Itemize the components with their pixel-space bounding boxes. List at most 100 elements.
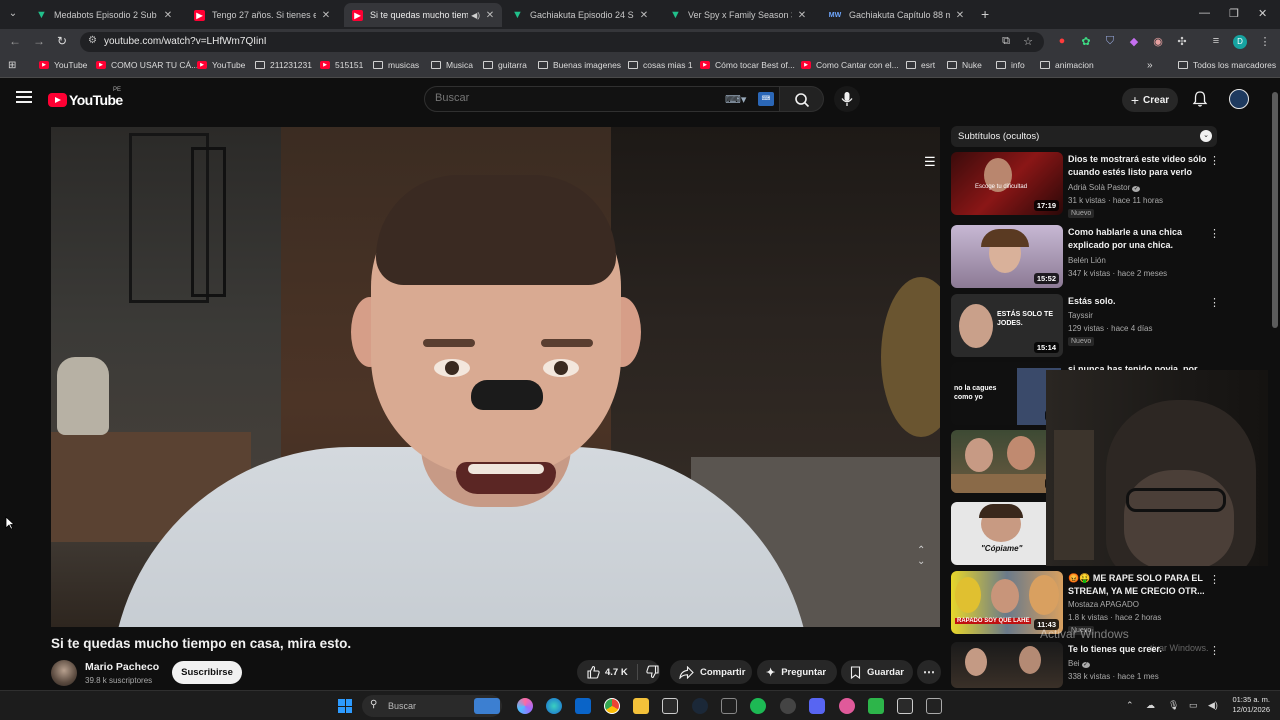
channel-avatar[interactable] — [51, 660, 77, 686]
bookmarks-overflow-icon[interactable]: » — [1147, 60, 1153, 71]
epic-games-icon-2[interactable] — [897, 698, 913, 714]
video-thumbnail[interactable]: Escoge tu dificultad 17:19 — [951, 152, 1063, 215]
browser-tab-active[interactable]: ▶ Si te quedas mucho tiemp ◀) ✕ — [344, 3, 502, 27]
more-vertical-icon[interactable]: ⋮ — [1209, 573, 1220, 586]
taskbar-search[interactable]: ⚲ Buscar — [362, 695, 502, 717]
close-icon[interactable]: ✕ — [796, 10, 808, 21]
epic-games-icon[interactable] — [662, 698, 678, 714]
bookmark-item[interactable]: ▶ Cómo tocar Best of... — [700, 60, 795, 70]
obs-icon[interactable] — [780, 698, 796, 714]
bookmark-folder[interactable]: animacion — [1040, 60, 1094, 70]
more-vertical-icon[interactable]: ⋮ — [1209, 227, 1220, 240]
rec-title[interactable]: Estás solo. — [1068, 295, 1208, 308]
tray-app-icon[interactable]: ☁ — [1146, 700, 1155, 711]
close-icon[interactable]: ✕ — [638, 10, 650, 21]
create-button[interactable]: + Crear — [1122, 88, 1178, 112]
browser-tab[interactable]: ▼ Medabots Episodio 2 Sub Espa ✕ — [28, 3, 180, 27]
close-icon[interactable]: ✕ — [320, 10, 332, 21]
rec-title[interactable]: Dios te mostrará este video sólo cuando … — [1068, 153, 1208, 178]
video-thumbnail[interactable] — [951, 642, 1063, 688]
notifications-button[interactable] — [1192, 90, 1208, 113]
more-vertical-icon[interactable]: ⋮ — [1209, 154, 1220, 167]
app-green-icon[interactable] — [868, 698, 884, 714]
rec-channel[interactable]: Belén Lión — [1068, 256, 1106, 265]
rec-channel[interactable]: Mostaza APAGADO — [1068, 600, 1139, 609]
extension-shield-icon[interactable]: ⛉ — [1103, 35, 1117, 48]
video-thumbnail[interactable]: ESTÁS SOLO TE JODES. 15:14 — [951, 294, 1063, 357]
rec-title[interactable]: Como hablarle a una chica explicado por … — [1068, 226, 1208, 251]
back-icon[interactable]: ← — [9, 34, 21, 48]
url-text[interactable]: youtube.com/watch?v=LHfWm7QIinI — [104, 36, 267, 47]
channel-name[interactable]: Mario Pacheco — [85, 661, 159, 673]
menu-icon[interactable] — [16, 91, 32, 103]
file-explorer-icon[interactable] — [633, 698, 649, 714]
app-pink-icon[interactable] — [839, 698, 855, 714]
bookmark-item[interactable]: ▶ COMO USAR TU CÁ... — [96, 60, 198, 70]
virtual-keyboard-icon[interactable]: ⌨ — [758, 92, 774, 106]
close-icon[interactable]: ✕ — [162, 10, 174, 21]
bookmark-folder[interactable]: Nuke — [947, 60, 982, 70]
browser-tab[interactable]: MW Gachiakuta Capítulo 88 manhw ✕ — [820, 3, 972, 27]
video-thumbnail[interactable]: 15:52 — [951, 225, 1063, 288]
tray-mic-icon[interactable]: 🎙 — [1168, 700, 1179, 711]
edge-icon[interactable] — [546, 698, 562, 714]
address-bar[interactable]: ⚙ youtube.com/watch?v=LHfWm7QIinI — [80, 32, 1044, 52]
account-avatar[interactable] — [1229, 89, 1249, 109]
more-actions-button[interactable]: ⋯ — [917, 660, 941, 684]
capcut-icon[interactable] — [721, 698, 737, 714]
rec-title[interactable]: 😡🤑 ME RAPE SOLO PARA EL STREAM, YA ME CR… — [1068, 572, 1208, 597]
subtitles-banner[interactable]: Subtítulos (ocultos) ⌄ — [951, 126, 1217, 147]
rec-channel[interactable]: Bei ✓ — [1068, 659, 1090, 668]
windows-start-icon[interactable] — [338, 699, 352, 713]
bookmark-folder[interactable]: info — [996, 60, 1025, 70]
apps-grid-icon[interactable]: ⊞ — [8, 60, 16, 71]
all-bookmarks[interactable]: Todos los marcadores — [1178, 60, 1276, 70]
scrollbar-thumb[interactable] — [1272, 92, 1278, 328]
bookmark-item[interactable]: ▶ Como Cantar con el... — [801, 60, 899, 70]
browser-tab[interactable]: ▼ Ver Spy x Family Season 3 Onli ✕ — [662, 3, 814, 27]
dislike-button[interactable] — [638, 665, 660, 679]
site-info-icon[interactable]: ⚙ — [88, 35, 97, 46]
tab-search-icon[interactable]: ⌄ — [4, 5, 22, 23]
playlist-menu-icon[interactable]: ☰ — [924, 154, 936, 170]
browser-tab[interactable]: ▶ Tengo 27 años. Si tienes entre ✕ — [186, 3, 338, 27]
bookmark-star-icon[interactable]: ☆ — [1021, 35, 1035, 48]
more-vertical-icon[interactable]: ⋮ — [1209, 296, 1220, 309]
bookmark-folder[interactable]: guitarra — [483, 60, 527, 70]
search-box[interactable]: ⌨▾ ⌨ — [424, 86, 780, 112]
forward-icon[interactable]: → — [33, 34, 45, 48]
copilot-icon[interactable] — [517, 698, 533, 714]
rec-channel[interactable]: Adrià Solà Pastor ✓ — [1068, 183, 1141, 192]
keyboard-icon[interactable]: ⌨▾ — [725, 93, 746, 106]
bookmark-folder[interactable]: Musica — [431, 60, 473, 70]
extension-record-icon[interactable]: ● — [1055, 35, 1069, 47]
chrome-icon[interactable] — [604, 698, 620, 714]
extension-purple-icon[interactable]: ◆ — [1127, 35, 1141, 48]
recommendation-item[interactable]: 15:52 Como hablarle a una chica explicad… — [951, 225, 1220, 291]
video-player[interactable] — [51, 127, 940, 627]
close-icon[interactable]: ✕ — [954, 10, 966, 21]
speaker-icon[interactable]: ◀) — [471, 11, 480, 20]
rec-channel[interactable]: Tayssir — [1068, 311, 1093, 320]
extension-puzzle-green-icon[interactable]: ✿ — [1079, 35, 1093, 48]
tray-chevron-icon[interactable]: ⌃ — [1126, 700, 1134, 711]
tray-network-icon[interactable]: ▭ — [1189, 700, 1198, 711]
youtube-logo[interactable]: YouTube PE — [48, 87, 123, 108]
recommendation-item[interactable]: Escoge tu dificultad 17:19 Dios te mostr… — [951, 152, 1220, 218]
video-thumbnail[interactable]: RAPADO SOY QUE LAHE 11:43 — [951, 571, 1063, 634]
share-button[interactable]: Compartir — [670, 660, 752, 684]
media-queue-icon[interactable]: ≡ — [1209, 35, 1223, 47]
bookmark-folder[interactable]: 211231231 — [255, 60, 312, 70]
restore-icon[interactable]: ❐ — [1229, 7, 1239, 20]
browser-tab[interactable]: ▼ Gachiakuta Episodio 24 Sub Es ✕ — [504, 3, 656, 27]
expand-chevrons-icon[interactable]: ⌃ ⌄ — [917, 545, 925, 567]
bookmark-item[interactable]: ▶ YouTube — [197, 60, 245, 70]
minimize-icon[interactable]: — — [1199, 7, 1210, 19]
discord-icon[interactable] — [809, 698, 825, 714]
recommendation-item[interactable]: ESTÁS SOLO TE JODES. 15:14 Estás solo. T… — [951, 294, 1220, 360]
tray-volume-icon[interactable]: ◀) — [1208, 700, 1218, 711]
bookmark-folder[interactable]: musicas — [373, 60, 419, 70]
subscribe-button[interactable]: Suscribirse — [172, 661, 242, 684]
more-vertical-icon[interactable]: ⋮ — [1209, 644, 1220, 657]
bookmark-item[interactable]: ▶ 515151 — [320, 60, 363, 70]
